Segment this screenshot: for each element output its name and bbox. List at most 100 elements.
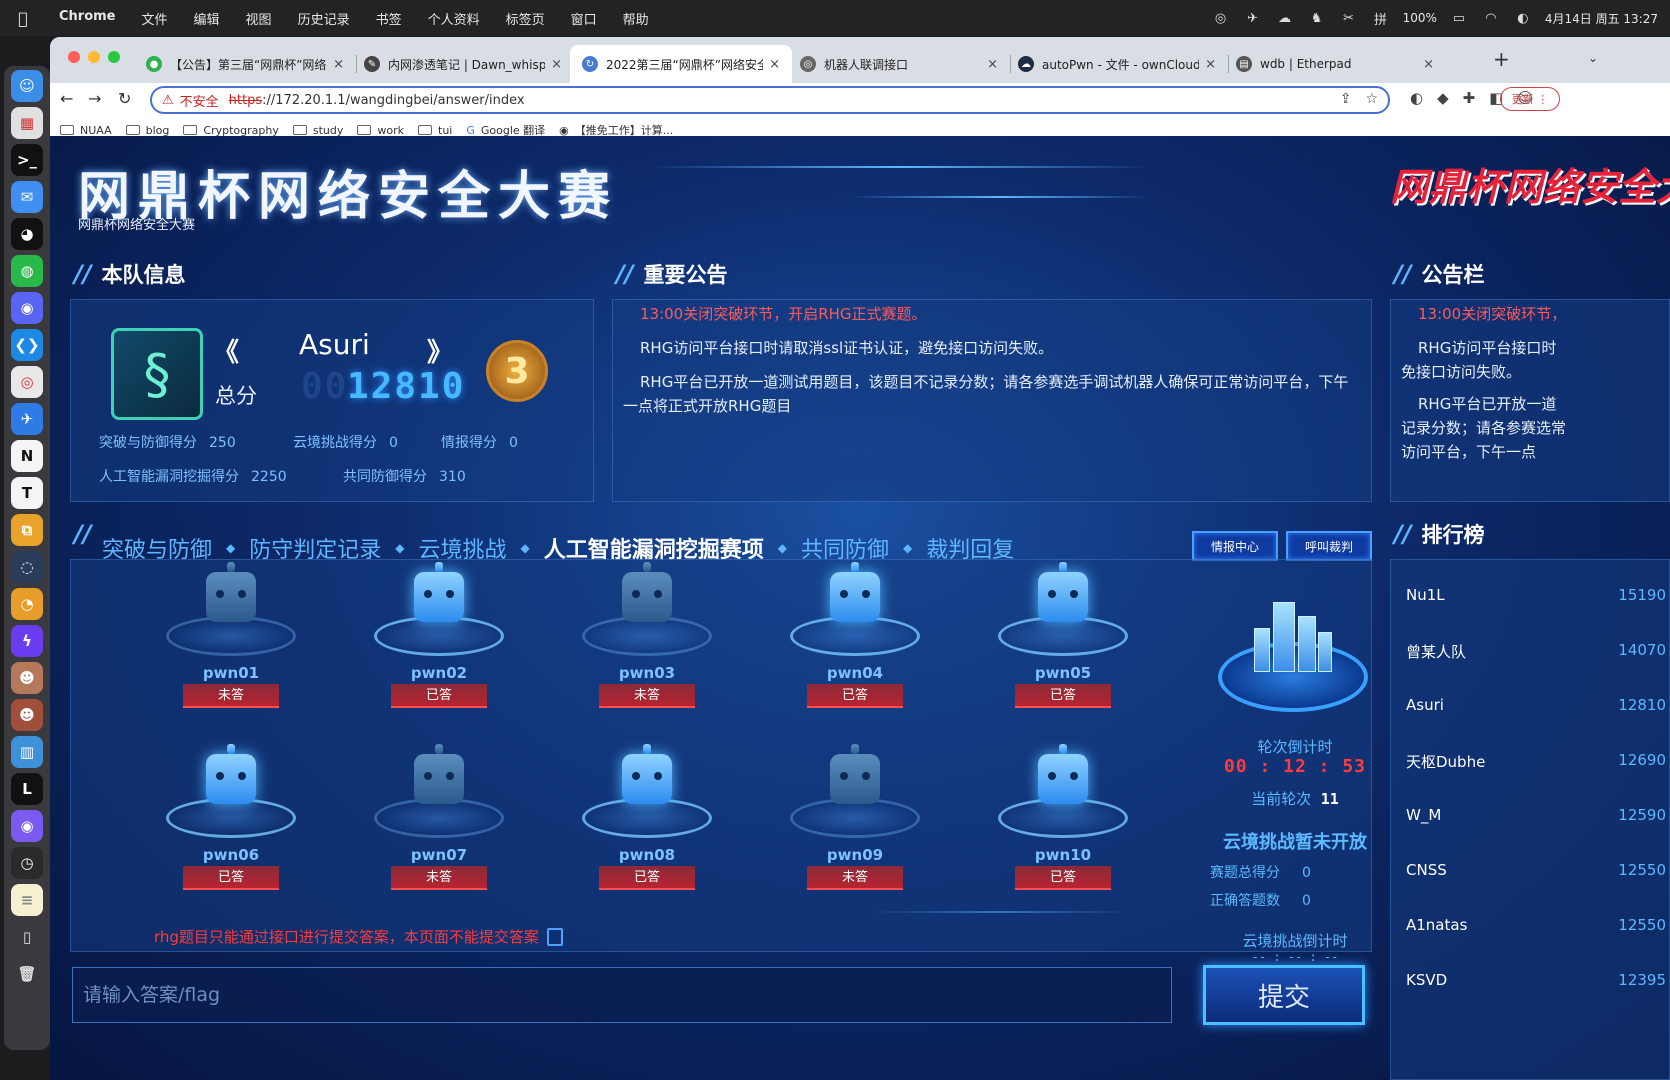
status-app-icon[interactable]: ✈ — [1243, 10, 1263, 26]
app-icon[interactable]: ☻ — [11, 662, 43, 694]
app-icon[interactable]: ◉ — [11, 810, 43, 842]
wifi-icon[interactable]: ◠ — [1481, 10, 1501, 26]
challenge-card[interactable]: pwn02 已答 — [364, 562, 514, 722]
minimize-window-button[interactable] — [88, 51, 100, 63]
wechat-icon[interactable]: ◍ — [11, 255, 43, 287]
menu-file[interactable]: 文件 — [129, 9, 181, 28]
intel-center-button[interactable]: 情报中心 — [1192, 531, 1278, 561]
notes-icon[interactable]: ≡ — [11, 884, 43, 916]
address-bar[interactable]: ⚠ 不安全 https ://172.20.1.1/wangdingbei/an… — [150, 86, 1390, 114]
app-icon[interactable]: ◔ — [11, 588, 43, 620]
app-icon[interactable]: ⧉ — [11, 514, 43, 546]
close-tab-icon[interactable]: × — [987, 57, 998, 72]
app-icon[interactable]: ▥ — [11, 736, 43, 768]
app-icon[interactable]: ✈ — [11, 403, 43, 435]
close-tab-icon[interactable]: × — [333, 57, 344, 72]
browser-tab[interactable]: ● 【公告】第三届“网鼎杯”网络安全 × — [134, 45, 356, 83]
update-button[interactable]: 更新 ⋮ — [1500, 87, 1560, 111]
puzzle-extensions-icon[interactable]: ✚ — [1463, 89, 1476, 107]
challenge-card[interactable]: pwn06 已答 — [156, 744, 306, 904]
chrome-icon[interactable]: ◎ — [11, 366, 43, 398]
discord-icon[interactable]: ◉ — [11, 292, 43, 324]
battery-percent: 100% — [1402, 11, 1437, 25]
update-label: 更新 — [1511, 93, 1534, 106]
browser-tab[interactable]: ✎ 内网渗透笔记 | Dawn_whisper's × — [352, 45, 574, 83]
app-icon[interactable]: ▯ — [11, 921, 43, 953]
bookmark-folder[interactable]: study — [292, 124, 343, 137]
menu-history[interactable]: 历史记录 — [285, 9, 363, 28]
metamask-icon[interactable]: ◆ — [1437, 89, 1449, 107]
close-tab-icon[interactable]: × — [1205, 57, 1216, 72]
challenge-card[interactable]: pwn01 未答 — [156, 562, 306, 722]
zoom-window-button[interactable] — [108, 51, 120, 63]
status-app-icon[interactable]: ✂ — [1339, 10, 1359, 26]
challenge-card[interactable]: pwn09 未答 — [780, 744, 930, 904]
challenge-card[interactable]: pwn07 未答 — [364, 744, 514, 904]
challenge-status: 已答 — [1015, 684, 1111, 708]
document-icon[interactable] — [546, 927, 563, 946]
submit-button[interactable]: 提交 — [1203, 965, 1365, 1025]
share-icon[interactable]: ⇪ — [1340, 91, 1352, 107]
answer-flag-input[interactable] — [72, 967, 1172, 1023]
mail-icon[interactable]: ✉ — [11, 181, 43, 213]
bookmark-folder[interactable]: Cryptography — [183, 124, 279, 137]
close-tab-icon[interactable]: × — [1423, 57, 1434, 72]
notion-icon[interactable]: N — [11, 440, 43, 472]
trash-icon[interactable]: 🗑 — [11, 958, 43, 990]
app-icon[interactable]: ☻ — [11, 699, 43, 731]
status-app-icon[interactable]: ♞ — [1307, 10, 1327, 26]
menu-window[interactable]: 窗口 — [558, 9, 610, 28]
extension-icon[interactable]: ◐ — [1410, 89, 1423, 107]
challenge-card[interactable]: pwn04 已答 — [780, 562, 930, 722]
close-window-button[interactable] — [68, 51, 80, 63]
insecure-label[interactable]: 不安全 — [180, 91, 219, 110]
challenge-card[interactable]: pwn03 未答 — [572, 562, 722, 722]
new-tab-button[interactable]: + — [1493, 47, 1510, 71]
bookmark-folder[interactable]: NUAA — [60, 124, 112, 137]
menu-bookmarks[interactable]: 书签 — [363, 9, 415, 28]
menu-profile[interactable]: 个人资料 — [415, 9, 493, 28]
clock-app-icon[interactable]: ◷ — [11, 847, 43, 879]
menu-app-name[interactable]: Chrome — [46, 9, 129, 28]
challenge-card[interactable]: pwn08 已答 — [572, 744, 722, 904]
app-icon[interactable]: L — [11, 773, 43, 805]
close-tab-icon[interactable]: × — [551, 57, 562, 72]
menubar-clock[interactable]: 4月14日 周五 13:27 — [1545, 10, 1658, 27]
input-method-icon[interactable]: 拼 — [1371, 10, 1391, 28]
launchpad-icon[interactable]: ▦ — [11, 107, 43, 139]
status-app-icon[interactable]: ◎ — [1211, 10, 1231, 26]
ranking-row: W_M 12590 — [1406, 806, 1666, 824]
reload-icon[interactable]: ↻ — [118, 89, 131, 108]
back-arrow-icon[interactable]: ← — [60, 89, 73, 108]
menu-edit[interactable]: 编辑 — [181, 9, 233, 28]
status-app-icon[interactable]: ☁ — [1275, 10, 1295, 26]
app-icon[interactable]: ϟ — [11, 625, 43, 657]
control-center-icon[interactable]: ◐ — [1513, 10, 1533, 26]
close-tab-icon[interactable]: × — [769, 57, 780, 72]
bookmark-folder[interactable]: work — [357, 124, 404, 137]
forward-arrow-icon[interactable]: → — [88, 89, 101, 108]
finder-icon[interactable]: ☺ — [11, 70, 43, 102]
call-referee-button[interactable]: 呼叫裁判 — [1286, 531, 1372, 561]
browser-tab[interactable]: ☁ autoPwn - 文件 - ownCloud × — [1006, 45, 1228, 83]
bookmark-folder[interactable]: blog — [125, 124, 169, 137]
challenge-card[interactable]: pwn10 已答 — [988, 744, 1138, 904]
vscode-icon[interactable]: ❮❯ — [11, 329, 43, 361]
menu-view[interactable]: 视图 — [233, 9, 285, 28]
tab-search-chevron-icon[interactable]: ⌄ — [1588, 51, 1598, 65]
app-icon[interactable]: ◌ — [11, 551, 43, 583]
qq-icon[interactable]: ◕ — [11, 218, 43, 250]
menu-tabs[interactable]: 标签页 — [493, 9, 558, 28]
challenge-card[interactable]: pwn05 已答 — [988, 562, 1138, 722]
menu-help[interactable]: 帮助 — [610, 9, 662, 28]
battery-icon[interactable]: ▭ — [1449, 10, 1469, 26]
bookmark-star-icon[interactable]: ☆ — [1365, 91, 1378, 107]
bookmark-folder[interactable]: tui — [418, 124, 452, 137]
browser-tab[interactable]: ◎ 机器人联调接口 × — [788, 45, 1010, 83]
browser-tab-active[interactable]: ↻ 2022第三届“网鼎杯”网络安全大 × — [570, 45, 792, 83]
typora-icon[interactable]: T — [11, 477, 43, 509]
terminal-icon[interactable]: >_ — [11, 144, 43, 176]
browser-tab[interactable]: ▤ wdb | Etherpad × — [1224, 45, 1446, 83]
apple-menu-icon[interactable]:  — [0, 9, 46, 28]
warning-icon[interactable]: ⚠ — [162, 93, 174, 108]
